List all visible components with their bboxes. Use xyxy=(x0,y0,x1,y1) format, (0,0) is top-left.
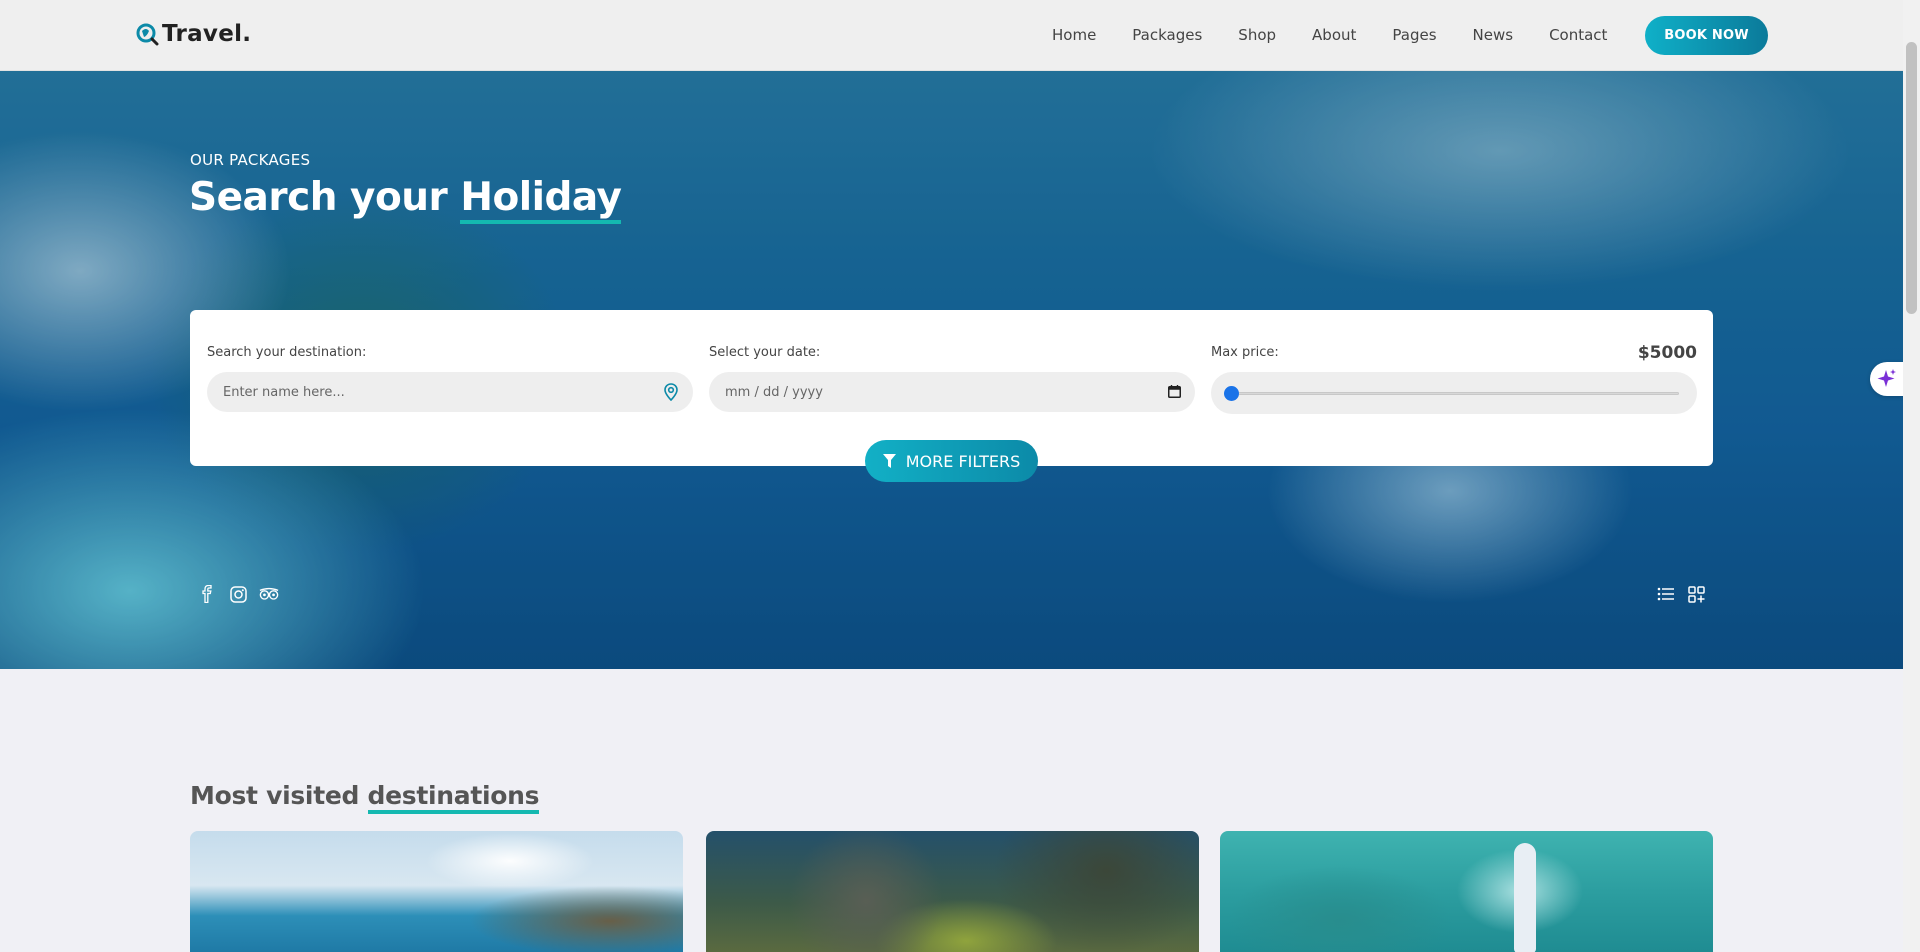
map-pin-icon xyxy=(664,383,678,401)
page-scrollbar[interactable] xyxy=(1903,0,1920,952)
grid-view-icon[interactable] xyxy=(1686,584,1706,604)
destination-card-mountain-ruins[interactable] xyxy=(706,831,1199,952)
tripadvisor-icon[interactable] xyxy=(259,584,279,604)
facebook-icon[interactable] xyxy=(197,584,217,604)
main-nav: Home Packages Shop About Pages News Cont… xyxy=(1052,25,1625,45)
destination-input[interactable] xyxy=(223,384,677,400)
destination-label: Search your destination: xyxy=(207,345,367,360)
scrollbar-thumb[interactable] xyxy=(1906,42,1917,314)
price-value: $5000 xyxy=(1637,343,1697,363)
destinations-heading: Most visited destinations xyxy=(190,781,540,814)
globe-search-icon xyxy=(136,23,159,46)
hero-title: Search your Holiday xyxy=(189,175,622,224)
view-toggle xyxy=(1656,584,1706,604)
destination-card-kayak-reef[interactable] xyxy=(1220,831,1713,952)
logo[interactable]: Travel. xyxy=(136,21,251,47)
sparkle-icon xyxy=(1877,369,1896,387)
list-view-icon[interactable] xyxy=(1656,584,1676,604)
nav-about[interactable]: About xyxy=(1294,25,1374,45)
site-header: Travel. Home Packages Shop About Pages N… xyxy=(0,0,1903,71)
date-box xyxy=(709,372,1195,412)
more-filters-label: MORE FILTERS xyxy=(905,451,1021,471)
price-label: Max price: xyxy=(1211,345,1279,360)
date-field: Select your date: xyxy=(709,345,1195,412)
filter-icon xyxy=(882,453,896,468)
destination-box xyxy=(207,372,693,412)
instagram-icon[interactable] xyxy=(228,584,248,604)
price-field: Max price: $5000 xyxy=(1211,343,1697,414)
kayak-image xyxy=(1514,843,1536,952)
destinations-title-text: Most visited xyxy=(190,781,368,810)
destination-field: Search your destination: xyxy=(207,345,693,412)
nav-packages[interactable]: Packages xyxy=(1114,25,1220,45)
nav-home[interactable]: Home xyxy=(1052,25,1114,45)
hero-title-text: Search your xyxy=(189,175,461,220)
calendar-icon[interactable] xyxy=(1168,385,1181,398)
hero-title-highlight: Holiday xyxy=(460,175,622,224)
social-links xyxy=(197,584,279,604)
nav-news[interactable]: News xyxy=(1455,25,1532,45)
price-slider-thumb[interactable] xyxy=(1224,386,1239,401)
more-filters-button[interactable]: MORE FILTERS xyxy=(865,440,1038,482)
date-input[interactable] xyxy=(725,384,1179,400)
destination-card-beach[interactable] xyxy=(190,831,683,952)
price-slider-track xyxy=(1229,392,1679,395)
nav-contact[interactable]: Contact xyxy=(1531,25,1625,45)
nav-shop[interactable]: Shop xyxy=(1220,25,1294,45)
book-now-button[interactable]: BOOK NOW xyxy=(1645,16,1768,55)
price-slider[interactable] xyxy=(1211,372,1697,414)
destinations-title-highlight: destinations xyxy=(367,781,540,814)
ai-assistant-button[interactable] xyxy=(1870,362,1903,396)
logo-text: Travel. xyxy=(162,21,252,47)
hero-subtitle: OUR PACKAGES xyxy=(190,151,311,169)
date-label: Select your date: xyxy=(709,345,821,360)
nav-pages[interactable]: Pages xyxy=(1374,25,1454,45)
